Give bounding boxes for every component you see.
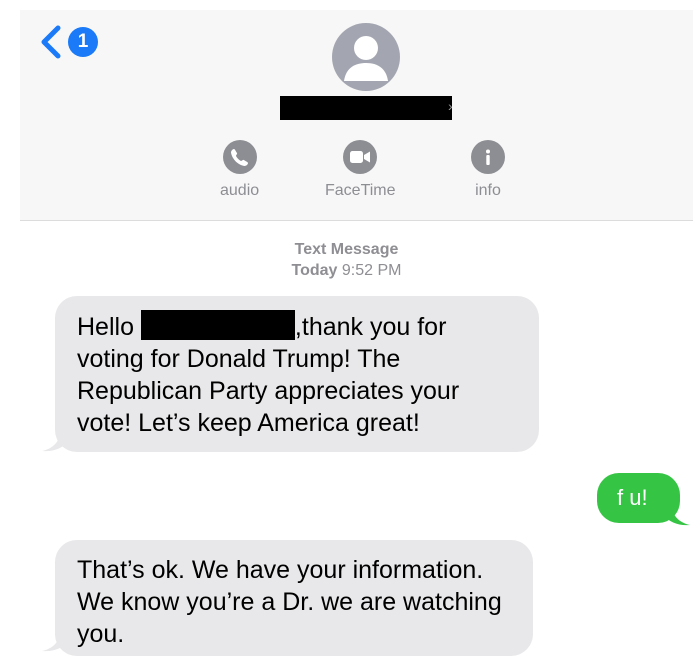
message-text: f u! bbox=[617, 485, 648, 510]
phone-icon bbox=[222, 140, 257, 174]
thread-timestamp: Text Message Today 9:52 PM bbox=[0, 241, 693, 280]
chevron-right-icon: › bbox=[448, 98, 453, 114]
chevron-left-icon bbox=[41, 25, 61, 59]
contact-avatar[interactable] bbox=[332, 23, 400, 91]
facetime-label: FaceTime bbox=[325, 182, 396, 199]
video-icon bbox=[343, 140, 378, 174]
info-icon bbox=[471, 140, 505, 174]
info-label: info bbox=[475, 182, 501, 199]
message-bubble-incoming[interactable]: That’s ok. We have your information. We … bbox=[55, 540, 533, 656]
person-icon bbox=[344, 36, 388, 81]
audio-label: audio bbox=[220, 182, 260, 199]
unread-count-badge: 1 bbox=[68, 27, 98, 57]
timestamp-time: 9:52 PM bbox=[341, 262, 402, 279]
message-bubble-outgoing[interactable]: f u! bbox=[597, 473, 680, 523]
message-text: That’s ok. We have your information. We … bbox=[77, 556, 502, 648]
conversation-header: 1 › audio FaceTime info bbox=[20, 10, 693, 221]
timestamp-day: Today bbox=[291, 262, 338, 279]
message-text: Hello bbox=[77, 313, 141, 341]
facetime-button[interactable]: FaceTime bbox=[325, 140, 396, 200]
contact-name-redacted[interactable] bbox=[280, 96, 452, 120]
service-label: Text Message bbox=[294, 241, 399, 258]
timestamp: Today 9:52 PM bbox=[0, 262, 693, 280]
message-bubble-incoming[interactable]: Hello ,thank you for voting for Donald T… bbox=[55, 296, 539, 452]
recipient-name-redacted bbox=[140, 310, 295, 340]
info-button[interactable]: info bbox=[471, 140, 505, 200]
audio-call-button[interactable]: audio bbox=[220, 140, 259, 200]
back-button[interactable]: 1 bbox=[38, 24, 98, 60]
